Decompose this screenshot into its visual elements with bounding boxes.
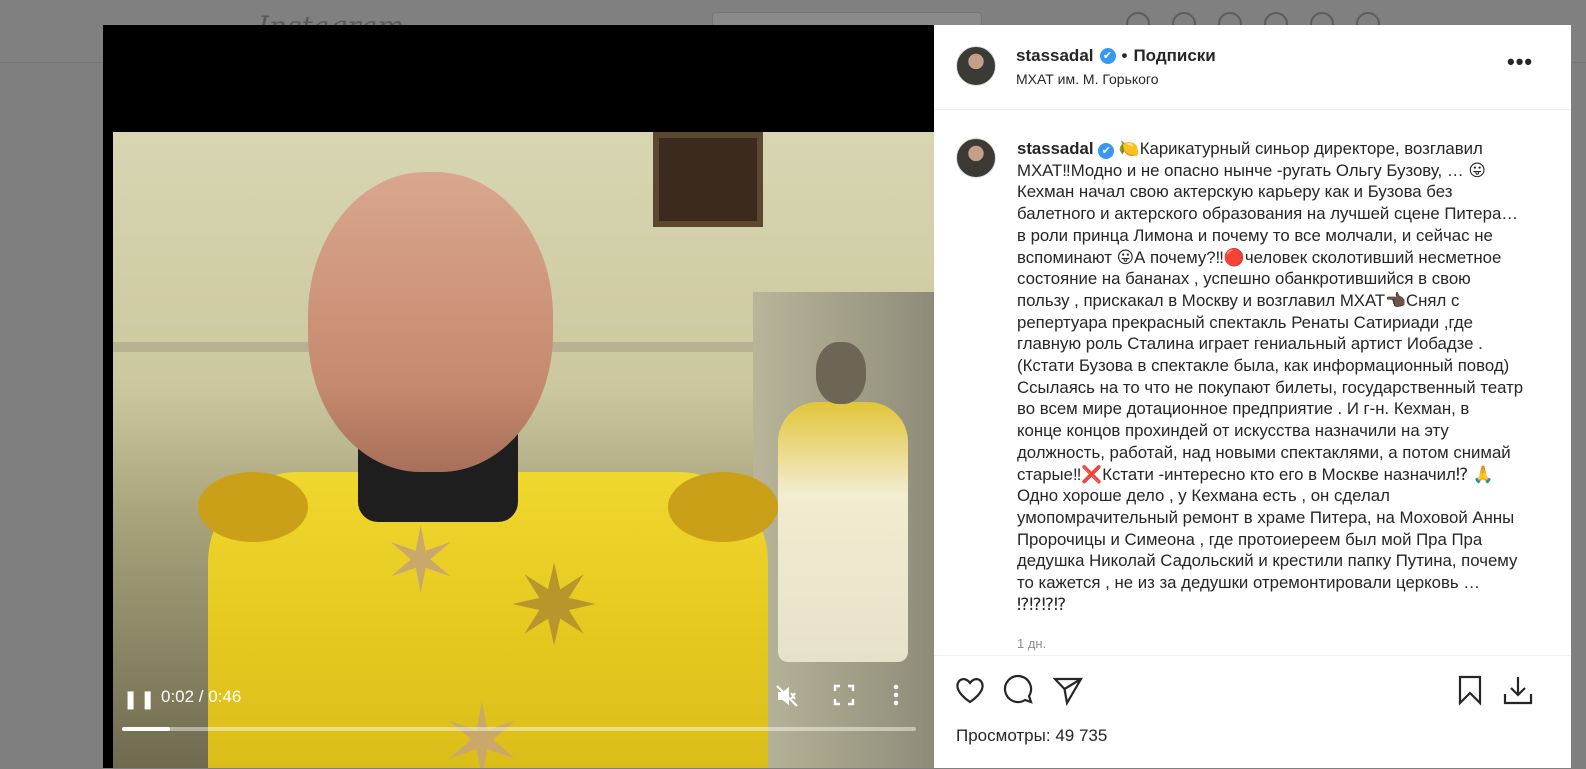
more-options-icon[interactable]: ••• xyxy=(1507,51,1533,73)
caption-line: МХАТ‼Модно и не опасно нынче -ругать Оль… xyxy=(1017,160,1486,180)
caption-line: во всем мире дотационное предприятие . И… xyxy=(1017,399,1470,419)
post-time: 1 дн. xyxy=(1017,636,1047,651)
avatar[interactable] xyxy=(956,138,996,178)
post-modal: ✶ ✷ ✶ ❚❚ 0:02 / 0:46 stassadal ✔ • Подпи… xyxy=(103,25,1571,768)
verified-badge-icon: ✔ xyxy=(1099,48,1116,64)
post-actions: Просмотры: 49 735 xyxy=(934,655,1571,769)
medal-star-icon: ✶ xyxy=(383,512,459,612)
caption-line: конце концов прохиндей от искусства назн… xyxy=(1017,421,1449,441)
download-icon[interactable] xyxy=(1502,674,1536,708)
figure-cape xyxy=(778,402,908,662)
bookmark-icon[interactable] xyxy=(1454,674,1488,708)
caption-line: умопомрачительный ремонт в храме Питера,… xyxy=(1017,507,1515,527)
fullscreen-icon[interactable] xyxy=(833,684,859,710)
video-more-icon[interactable] xyxy=(893,684,913,710)
video-player[interactable]: ✶ ✷ ✶ ❚❚ 0:02 / 0:46 xyxy=(103,25,944,768)
caption-line: дедушка Николай Садольский и крестили па… xyxy=(1017,551,1518,571)
caption-line: Кехман начал свою актерскую карьеру как … xyxy=(1017,182,1453,202)
post-sidebar: stassadal ✔ • Подписки МХАТ им. М. Горьк… xyxy=(934,25,1571,768)
username-link[interactable]: stassadal xyxy=(1016,46,1094,66)
verified-badge-icon: ✔ xyxy=(1098,143,1115,159)
separator: • xyxy=(1121,46,1128,65)
caption-line: пользу , прискакал в Москву и возглавил … xyxy=(1017,290,1460,310)
post-author: stassadal ✔ • Подписки xyxy=(1016,46,1216,66)
medal-star-icon: ✷ xyxy=(508,545,601,668)
caption-line: в роли принца Лимона и почему то все мол… xyxy=(1017,225,1493,245)
caption-line: репертуара прекрасный спектакль Ренаты С… xyxy=(1017,312,1473,332)
video-frame[interactable]: ✶ ✷ ✶ xyxy=(113,132,943,768)
caption-line: состояние на бананах , успешно обанкроти… xyxy=(1017,269,1471,289)
paper-plane-icon[interactable] xyxy=(1052,674,1086,708)
video-progress-fill xyxy=(122,727,170,731)
caption-line: старые‼❌Кстати -интересно кто его в Моск… xyxy=(1017,464,1494,484)
caption-text: stassadal ✔ 🍋Карикатурный синьор директо… xyxy=(1017,138,1537,615)
caption-line: Ссылаясь на то что не покупают билеты, г… xyxy=(1017,377,1524,397)
caption-line: то кажется , не из за дедушки отремонтир… xyxy=(1017,573,1481,593)
caption-line: Одно хороше дело , у Кехмана есть , он с… xyxy=(1017,486,1390,506)
post-header: stassadal ✔ • Подписки МХАТ им. М. Горьк… xyxy=(934,25,1571,110)
avatar[interactable] xyxy=(956,46,996,86)
video-progress-bar[interactable] xyxy=(122,727,916,731)
caption-line: ⁉⁉⁉⁉ xyxy=(1017,594,1067,614)
epaulette-right xyxy=(668,472,778,542)
mute-icon[interactable] xyxy=(775,684,801,710)
caption-line: балетного и актерского образования на лу… xyxy=(1017,204,1519,224)
figure-head xyxy=(816,342,866,404)
caption-line: Пророчицы и Симеона , где протоиереем бы… xyxy=(1017,529,1483,549)
background-figure xyxy=(768,342,908,662)
following-button[interactable]: Подписки xyxy=(1133,46,1215,66)
pause-icon[interactable]: ❚❚ xyxy=(123,689,155,709)
caption-line: 🍋Карикатурный синьор директоре, возглави… xyxy=(1118,139,1483,158)
heart-icon[interactable] xyxy=(954,674,988,708)
caption-line: должность, работай, над новыми спектакля… xyxy=(1017,442,1511,462)
caption-username[interactable]: stassadal xyxy=(1017,139,1094,158)
location-link[interactable]: МХАТ им. М. Горького xyxy=(1016,71,1159,87)
views-count: Просмотры: 49 735 xyxy=(956,726,1108,745)
caption-area: stassadal ✔ 🍋Карикатурный синьор директо… xyxy=(934,110,1571,655)
caption-line: вспоминают 😛А почему?‼🔴человек сколотивш… xyxy=(1017,247,1502,267)
figure-head xyxy=(308,172,553,472)
comment-icon[interactable] xyxy=(1002,674,1036,708)
caption-line: главную роль Сталина играет гениальный а… xyxy=(1017,334,1483,354)
video-time: 0:02 / 0:46 xyxy=(161,687,242,706)
epaulette-left xyxy=(198,472,308,542)
video-controls: ❚❚ 0:02 / 0:46 xyxy=(103,675,944,768)
caption-line: (Кстати Бузова в спектакле была, как инф… xyxy=(1017,356,1510,376)
